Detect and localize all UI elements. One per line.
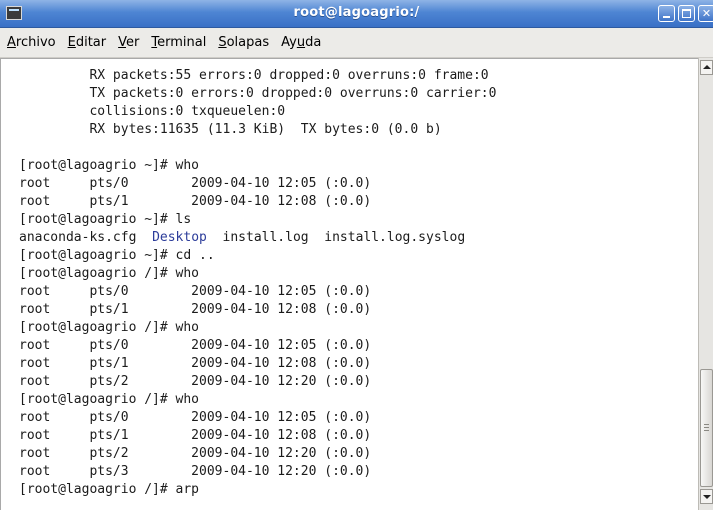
ls-file-text: anaconda-ks.cfg: [19, 230, 153, 245]
terminal-line: RX bytes:11635 (11.3 KiB) TX bytes:0 (0.…: [19, 122, 442, 137]
terminal-line: root pts/2 2009-04-10 12:20 (:0.0): [19, 446, 372, 461]
terminal-line: RX packets:55 errors:0 dropped:0 overrun…: [19, 68, 489, 83]
terminal-line: root pts/0 2009-04-10 12:05 (:0.0): [19, 338, 372, 353]
terminal-prompt-line: [root@lagoagrio /]# arp: [19, 482, 200, 497]
menu-solapas[interactable]: Solapas: [218, 35, 269, 50]
minimize-button[interactable]: [658, 5, 675, 22]
terminal-line: collisions:0 txqueuelen:0: [19, 104, 286, 119]
terminal-line: [root@lagoagrio ~]# ls: [19, 212, 192, 227]
scroll-down-arrow-icon[interactable]: [700, 489, 713, 504]
close-button[interactable]: ✕: [698, 5, 713, 22]
maximize-button[interactable]: [678, 5, 695, 22]
terminal-line: [root@lagoagrio /]# who: [19, 320, 200, 335]
grip-line: [704, 424, 709, 425]
terminal-window: root@lagoagrio:/ ✕ Archivo Editar Ver Te…: [0, 0, 713, 510]
menu-archivo[interactable]: Archivo: [7, 35, 56, 50]
terminal-line: root pts/1 2009-04-10 12:08 (:0.0): [19, 356, 372, 371]
vertical-scrollbar[interactable]: [698, 58, 713, 510]
title-bar[interactable]: root@lagoagrio:/ ✕: [0, 0, 713, 28]
terminal-line: root pts/1 2009-04-10 12:08 (:0.0): [19, 428, 372, 443]
terminal-line: root pts/0 2009-04-10 12:05 (:0.0): [19, 284, 372, 299]
terminal-text: RX packets:55 errors:0 dropped:0 overrun…: [19, 67, 496, 499]
terminal-line: root pts/1 2009-04-10 12:08 (:0.0): [19, 302, 372, 317]
ls-directory-text: Desktop: [152, 230, 207, 245]
grip-line: [704, 430, 709, 431]
menu-bar: Archivo Editar Ver Terminal Solapas Ayud…: [0, 28, 713, 58]
ls-file-text: install.log install.log.syslog: [206, 230, 466, 245]
window-title: root@lagoagrio:/: [293, 5, 420, 20]
terminal-line: [root@lagoagrio ~]# who: [19, 158, 200, 173]
scrollbar-thumb[interactable]: [700, 369, 713, 487]
menu-editar[interactable]: Editar: [68, 35, 107, 50]
terminal-line: root pts/0 2009-04-10 12:05 (:0.0): [19, 176, 372, 191]
menu-terminal[interactable]: Terminal: [151, 35, 206, 50]
ls-output-line: anaconda-ks.cfg Desktop install.log inst…: [19, 229, 496, 247]
terminal-output[interactable]: RX packets:55 errors:0 dropped:0 overrun…: [0, 58, 698, 510]
terminal-line: root pts/1 2009-04-10 12:08 (:0.0): [19, 194, 372, 209]
grip-line: [704, 427, 709, 428]
scroll-up-arrow-icon[interactable]: [700, 60, 713, 75]
menu-ayuda[interactable]: Ayuda: [281, 35, 321, 50]
terminal-line: [root@lagoagrio /]# who: [19, 392, 200, 407]
terminal-line: TX packets:0 errors:0 dropped:0 overruns…: [19, 86, 497, 101]
terminal-line: [root@lagoagrio /]# who: [19, 266, 200, 281]
terminal-line: root pts/2 2009-04-10 12:20 (:0.0): [19, 374, 372, 389]
terminal-line: [root@lagoagrio ~]# cd ..: [19, 248, 215, 263]
menu-ver[interactable]: Ver: [118, 35, 139, 50]
terminal-line: root pts/3 2009-04-10 12:20 (:0.0): [19, 464, 372, 479]
terminal-line: root pts/0 2009-04-10 12:05 (:0.0): [19, 410, 372, 425]
